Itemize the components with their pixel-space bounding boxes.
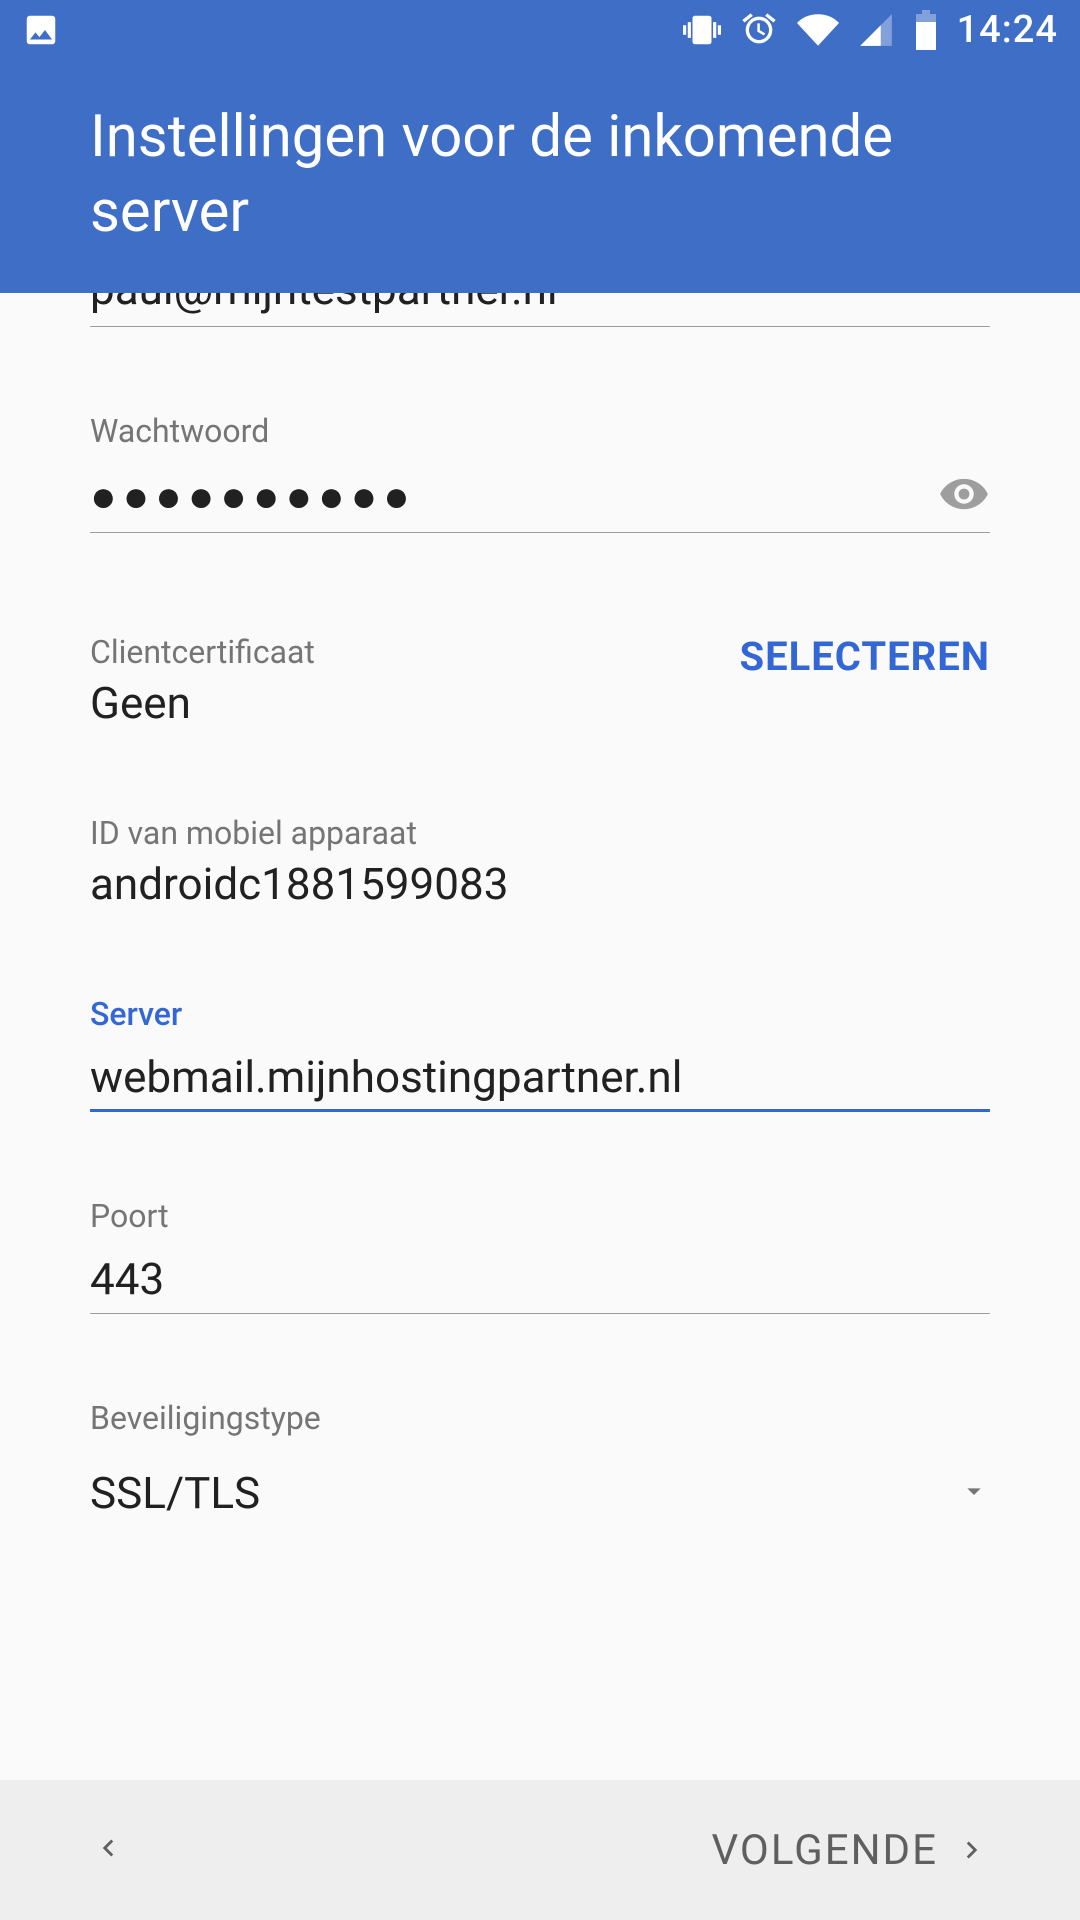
port-input[interactable] [90,1253,990,1305]
toggle-password-visibility-icon[interactable] [938,468,990,524]
device-id-label: ID van mobiel apparaat [90,814,990,852]
client-cert-value: Geen [90,677,315,729]
port-field[interactable] [90,1235,990,1314]
back-button[interactable] [90,1831,124,1869]
app-bar: Instellingen voor de inkomende server [0,60,1080,299]
password-field[interactable]: ●●●●●●●●●● [90,450,990,533]
server-input[interactable] [90,1051,990,1103]
next-button[interactable]: VOLGENDE [711,1826,990,1875]
device-id-value: androidc1881599083 [90,858,990,910]
chevron-down-icon [958,1475,990,1511]
wifi-icon [797,9,839,51]
vibrate-icon [683,11,721,49]
status-bar: 14:24 [0,0,1080,60]
form-content: paul@mijntestpartner.nl Wachtwoord ●●●●●… [0,293,1080,1519]
security-type-value: SSL/TLS [90,1467,260,1519]
alarm-icon [739,10,779,50]
security-type-label: Beveiligingstype [90,1399,990,1437]
image-icon [22,11,60,49]
email-value: paul@mijntestpartner.nl [90,293,990,315]
bottom-bar: VOLGENDE [0,1780,1080,1920]
cell-signal-icon [857,11,895,49]
battery-icon [913,10,939,50]
port-label: Poort [90,1197,990,1235]
password-mask: ●●●●●●●●●● [90,470,938,522]
security-type-dropdown[interactable]: SSL/TLS [90,1467,990,1519]
server-label: Server [90,995,990,1033]
server-field[interactable] [90,1033,990,1112]
password-label: Wachtwoord [90,412,990,450]
status-time: 14:24 [957,8,1058,52]
next-button-label: VOLGENDE [711,1826,938,1875]
page-title: Instellingen voor de inkomende server [90,100,990,251]
select-client-cert-button[interactable]: SELECTEREN [739,633,990,680]
client-cert-label: Clientcertificaat [90,633,315,671]
email-field[interactable]: paul@mijntestpartner.nl [90,293,990,327]
